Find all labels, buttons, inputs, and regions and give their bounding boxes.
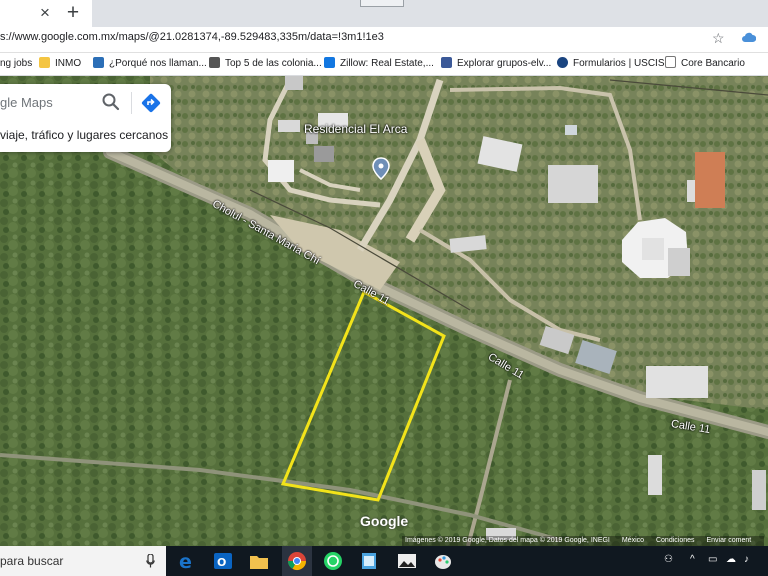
- facebook-icon: [441, 57, 452, 68]
- google-logo: Google: [360, 513, 409, 529]
- taskbar-search-text: para buscar: [0, 554, 64, 568]
- microphone-icon[interactable]: [146, 554, 155, 568]
- cloud-extension-icon[interactable]: [742, 32, 756, 44]
- notes-icon[interactable]: [358, 550, 380, 572]
- seal-icon: [557, 57, 568, 68]
- close-tab-icon[interactable]: ×: [36, 4, 54, 22]
- map-attribution: Imágenes © 2019 Google, Datos del mapa ©…: [402, 536, 765, 546]
- volume-icon[interactable]: ♪: [744, 554, 749, 565]
- whatsapp-icon[interactable]: [322, 550, 344, 572]
- bookmark-item[interactable]: Core Bancario: [665, 56, 745, 72]
- tab-strip: × +: [0, 0, 768, 27]
- search-icon[interactable]: [101, 92, 121, 112]
- bookmark-item[interactable]: INMO: [39, 56, 81, 72]
- bird-icon: [93, 57, 104, 68]
- chevron-up-icon[interactable]: ^: [690, 554, 695, 565]
- file-explorer-icon[interactable]: [248, 550, 270, 572]
- terms-link[interactable]: Condiciones: [656, 537, 695, 544]
- bookmark-item[interactable]: ¿Porqué nos llaman...: [93, 56, 207, 72]
- bookmark-item[interactable]: Explorar grupos-elv...: [441, 56, 551, 72]
- bookmark-star-icon[interactable]: ☆: [712, 30, 725, 47]
- folder-icon: [39, 57, 50, 68]
- bookmarks-bar: ng jobs INMO ¿Porqué nos llaman... Top 5…: [0, 53, 768, 76]
- feedback-link[interactable]: Enviar coment: [706, 537, 751, 544]
- bookmark-item[interactable]: ng jobs: [0, 56, 32, 72]
- taskbar: para buscar e O ⚇ ^ ▭ ☁ ♪: [0, 546, 768, 576]
- page-icon: [209, 57, 220, 68]
- svg-text:e: e: [179, 551, 192, 572]
- bookmark-item[interactable]: Zillow: Real Estate,...: [324, 56, 434, 72]
- document-icon: [665, 56, 676, 68]
- bookmark-item[interactable]: Formularios | USCIS: [557, 56, 665, 72]
- place-label[interactable]: Residencial El Arca: [304, 122, 407, 136]
- address-bar[interactable]: s://www.google.com.mx/maps/@21.0281374,-…: [0, 27, 768, 53]
- zillow-icon: [324, 57, 335, 68]
- taskbar-search[interactable]: para buscar: [0, 546, 166, 576]
- country-link[interactable]: México: [622, 537, 644, 544]
- new-tab-button[interactable]: +: [62, 2, 84, 23]
- directions-icon[interactable]: [140, 92, 162, 114]
- edge-icon[interactable]: e: [176, 550, 198, 572]
- divider: [131, 92, 132, 114]
- url-text[interactable]: s://www.google.com.mx/maps/@21.0281374,-…: [0, 31, 384, 43]
- tab-preview: [360, 0, 404, 7]
- outlook-icon[interactable]: O: [212, 550, 234, 572]
- battery-icon[interactable]: ▭: [708, 554, 717, 565]
- people-icon[interactable]: ⚇: [664, 554, 673, 565]
- paint-icon[interactable]: [432, 550, 454, 572]
- chrome-icon[interactable]: [286, 550, 308, 572]
- svg-text:O: O: [217, 556, 226, 569]
- bookmark-item[interactable]: Top 5 de las colonia...: [209, 56, 322, 72]
- photos-icon[interactable]: [396, 550, 418, 572]
- search-hint-text: viaje, tráfico y lugares cercanos: [0, 128, 169, 142]
- search-input[interactable]: [0, 92, 100, 112]
- cloud-icon[interactable]: ☁: [726, 554, 736, 565]
- imagery-credit: Imágenes © 2019 Google, Datos del mapa ©…: [405, 537, 610, 544]
- maps-search-panel: viaje, tráfico y lugares cercanos: [0, 84, 171, 152]
